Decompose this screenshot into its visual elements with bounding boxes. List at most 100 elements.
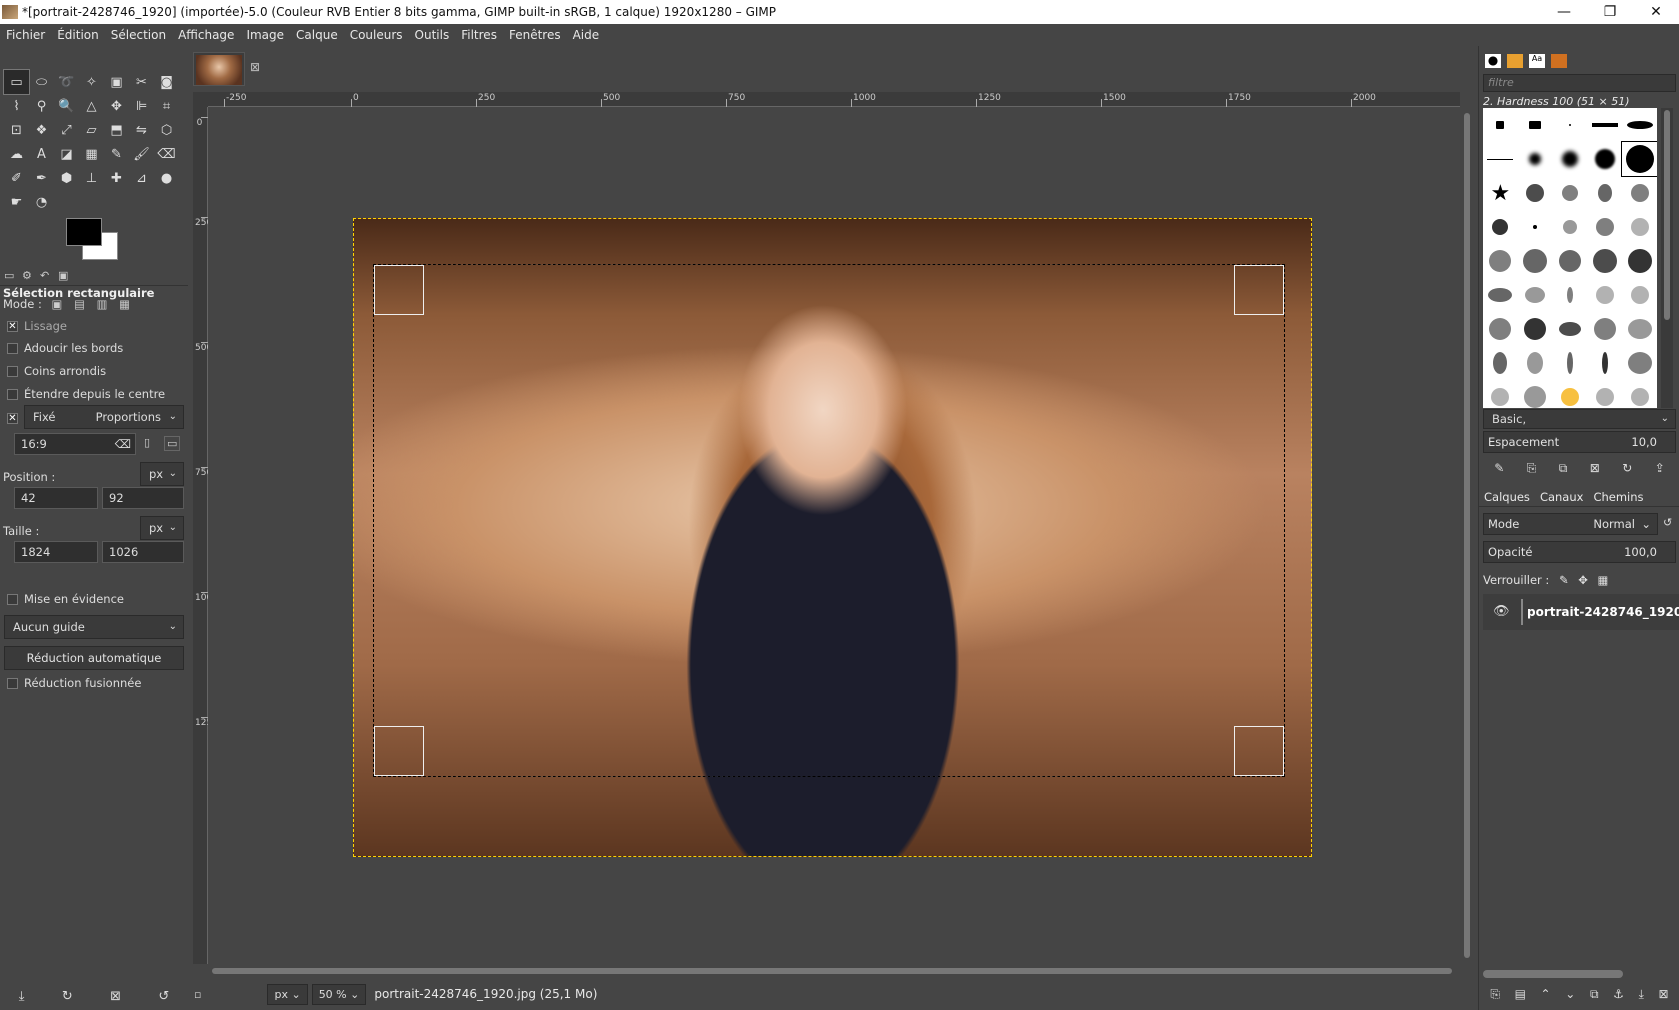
mise-en-evidence-checkbox[interactable] [7,594,18,605]
blur-icon[interactable]: ● [154,166,179,190]
brush-item[interactable] [1483,108,1518,142]
duplicate-brush-icon[interactable]: ⧉ [1559,461,1568,476]
brush-scrollbar[interactable] [1661,108,1673,408]
refresh-brushes-icon[interactable]: ↻ [1622,461,1632,475]
clear-icon[interactable]: ⌫ [115,437,131,451]
move-icon[interactable]: ✥ [104,94,129,118]
delete-layer-icon[interactable]: ⊠ [1659,987,1669,1001]
brush-item[interactable] [1587,346,1622,380]
new-layer-group-icon[interactable]: ▤ [1515,987,1526,1001]
brush-item[interactable] [1518,210,1553,244]
delete-brush-icon[interactable]: ⊠ [1590,461,1600,475]
duplicate-layer-icon[interactable]: ⧉ [1590,987,1599,1002]
menu-aide[interactable]: Aide [567,28,606,42]
dodge-icon[interactable]: ◔ [29,190,54,214]
etendre-checkbox[interactable] [7,389,18,400]
text-icon[interactable]: A [29,142,54,166]
selection-handle-top-right[interactable] [1234,265,1284,315]
adoucir-checkbox[interactable] [7,343,18,354]
handle-transform-icon[interactable]: ⤢ [54,118,79,142]
guide-dropdown[interactable]: Aucun guide ⌄ [4,615,184,639]
brush-item[interactable] [1518,312,1553,346]
lower-layer-icon[interactable]: ⌄ [1565,987,1575,1001]
brushes-tab-icon[interactable] [1485,54,1501,68]
pencil-icon[interactable]: ✎ [104,142,129,166]
reset-mode-icon[interactable]: ↺ [1663,516,1672,529]
brush-item[interactable] [1483,244,1518,278]
device-status-tab-icon[interactable]: ⚙ [22,269,40,282]
brush-item[interactable] [1483,312,1518,346]
tab-chemins[interactable]: Chemins [1588,490,1648,504]
reduction-fusion-option[interactable]: Réduction fusionnée [0,676,188,690]
brush-item[interactable] [1483,142,1518,176]
clone-icon[interactable]: ⊥ [79,166,104,190]
maximize-button[interactable]: ❐ [1587,0,1633,24]
unit-selector[interactable]: px ⌄ [267,983,308,1005]
delete-options-icon[interactable]: ⊠ [110,989,121,1004]
image-tab[interactable] [193,52,245,86]
brush-item[interactable] [1622,380,1657,408]
canvas-horizontal-scrollbar[interactable] [208,964,1460,978]
brush-item[interactable] [1518,142,1553,176]
mode-intersect-icon[interactable]: ▦ [119,297,130,311]
close-button[interactable]: ✕ [1633,0,1679,24]
edit-brush-icon[interactable]: ✎ [1494,461,1504,475]
brush-item[interactable] [1553,380,1588,408]
lissage-option[interactable]: ✕ Lissage [0,319,188,333]
color-picker-icon[interactable]: ⚲ [29,94,54,118]
new-brush-icon[interactable]: ⎘ [1527,461,1537,476]
fg-bg-colors[interactable] [66,218,122,264]
brush-item[interactable] [1587,278,1622,312]
opacity-slider[interactable]: Opacité 100,0 [1483,541,1676,563]
brush-item[interactable] [1587,210,1622,244]
brush-item[interactable] [1553,108,1588,142]
align-icon[interactable]: ⊫ [129,94,154,118]
fixe-dropdown[interactable]: Fixé Proportions ⌄ [24,405,184,429]
brush-filter-input[interactable]: filtre [1483,74,1676,92]
brush-item[interactable] [1553,142,1588,176]
ellipse-select-icon[interactable]: ⬭ [29,70,54,94]
position-y-field[interactable]: 92 [102,487,184,509]
landscape-icon[interactable]: ▭ [164,436,181,451]
size-unit-dropdown[interactable]: px ⌄ [140,516,184,540]
brush-item[interactable] [1553,278,1588,312]
mode-add-icon[interactable]: ▤ [74,297,85,311]
menu-edition[interactable]: Édition [51,28,105,42]
lock-position-icon[interactable]: ✥ [1578,573,1588,587]
mise-en-evidence-option[interactable]: Mise en évidence [0,592,188,606]
lock-alpha-icon[interactable]: ▦ [1598,573,1609,587]
canvas-vertical-scrollbar[interactable] [1460,107,1474,964]
brush-item[interactable] [1483,210,1518,244]
size-width-field[interactable]: 1824 [14,541,98,563]
layers-scrollbar[interactable] [1483,970,1623,978]
selection-handle-top-left[interactable] [374,265,424,315]
undo-history-tab-icon[interactable]: ↶ [40,269,58,282]
rect-select-icon[interactable]: ▭ [3,69,30,95]
scissors-icon[interactable]: ✂ [129,70,154,94]
brush-item[interactable] [1553,210,1588,244]
brush-item[interactable] [1587,108,1622,142]
lissage-checkbox[interactable]: ✕ [7,321,18,332]
heal-icon[interactable]: ✚ [104,166,129,190]
paintbrush-icon[interactable]: 🖌 [129,142,154,166]
adoucir-option[interactable]: Adoucir les bords [0,341,188,355]
brush-item[interactable] [1518,346,1553,380]
layer-row[interactable]: 👁 portrait-2428746_1920.jpg [1483,594,1679,630]
cage-transform-icon[interactable]: ⬡ [154,118,179,142]
brush-item[interactable] [1518,108,1553,142]
foreground-color[interactable] [66,218,102,246]
paths-icon[interactable]: ⌇ [4,94,29,118]
ratio-field[interactable]: 16:9 ⌫ [14,433,136,455]
zoom-selector[interactable]: 50 % ⌄ [311,983,367,1005]
anchor-layer-icon[interactable]: ⚓ [1613,987,1624,1001]
foreground-select-icon[interactable]: ◙ [154,70,179,94]
new-layer-icon[interactable]: ⎘ [1490,987,1500,1002]
brush-item[interactable] [1622,278,1657,312]
ink-icon[interactable]: ✒ [29,166,54,190]
menu-affichage[interactable]: Affichage [172,28,240,42]
brush-item[interactable] [1518,278,1553,312]
color-select-icon[interactable]: ▣ [104,70,129,94]
menu-outils[interactable]: Outils [409,28,456,42]
menu-selection[interactable]: Sélection [105,28,172,42]
perspective-clone-icon[interactable]: ⊿ [129,166,154,190]
